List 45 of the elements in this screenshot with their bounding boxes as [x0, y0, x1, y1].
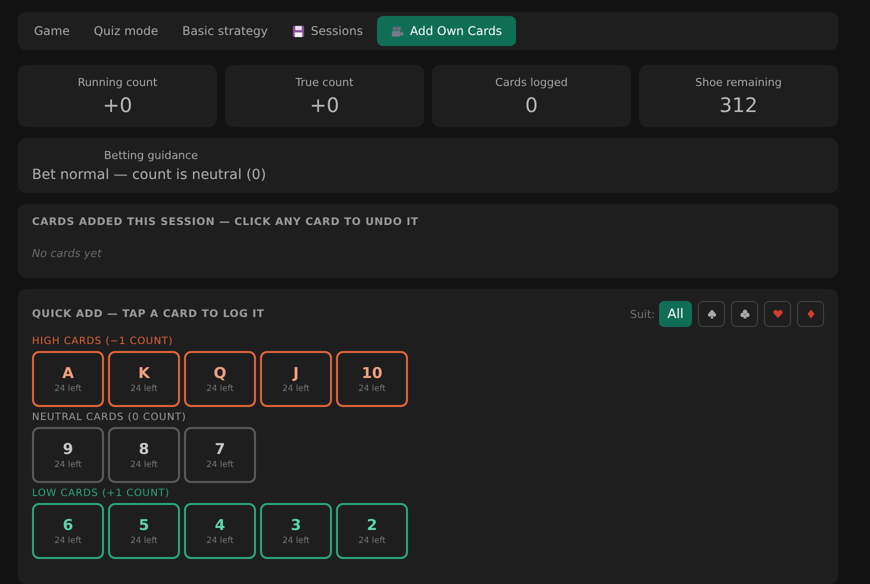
stat-value: 312 — [719, 93, 758, 117]
stat-label: True count — [296, 76, 354, 89]
guidance-label: Betting guidance — [104, 149, 199, 162]
tab[interactable]: Quiz mode — [84, 16, 168, 46]
card-button[interactable]: 10 24 left — [336, 351, 408, 407]
group-title: LOW CARDS (+1 COUNT) — [32, 488, 171, 499]
stat-value: 0 — [525, 93, 538, 117]
stat-label: Shoe remaining — [695, 76, 782, 89]
card-button[interactable]: A 24 left — [32, 351, 104, 407]
suit-label: Suit: — [630, 308, 655, 320]
tab[interactable]: Game — [24, 16, 80, 46]
card-button[interactable]: 2 24 left — [336, 503, 408, 559]
card-button[interactable]: 3 24 left — [260, 503, 332, 559]
card-button[interactable]: 5 24 left — [108, 503, 180, 559]
stat-value: +0 — [102, 93, 132, 117]
suit-filter-button[interactable]: All — [659, 301, 692, 327]
tab[interactable]: Add Own Cards — [376, 16, 516, 46]
card-button[interactable]: 9 24 left — [32, 427, 104, 483]
section-title: QUICK ADD — TAP A CARD TO LOG IT — [32, 308, 264, 320]
section-title: CARDS ADDED THIS SESSION — CLICK ANY CARD TO UNDO IT — [32, 216, 420, 228]
stat-label: Running count — [78, 76, 158, 89]
heart-icon — [772, 309, 782, 319]
card-button[interactable]: 7 24 left — [184, 427, 256, 483]
suit-filter-button[interactable] — [731, 301, 758, 327]
suit-filter-button[interactable] — [698, 301, 725, 327]
tab[interactable]: Basic strategy — [172, 16, 278, 46]
guidance-text: Bet normal — count is neutral (0) — [32, 167, 268, 183]
stat-value: +0 — [310, 93, 340, 117]
card-button[interactable]: 8 24 left — [108, 427, 180, 483]
card-button[interactable]: J 24 left — [260, 351, 332, 407]
diamond-icon — [806, 309, 816, 319]
camera-icon — [390, 24, 404, 38]
card-button[interactable]: Q 24 left — [184, 351, 256, 407]
suit-filter-button[interactable] — [764, 301, 791, 327]
empty-message: No cards yet — [32, 247, 103, 260]
spade-icon — [706, 309, 716, 319]
group-title: NEUTRAL CARDS (0 COUNT) — [32, 412, 188, 423]
suit-filter-button[interactable] — [797, 301, 824, 327]
card-button[interactable]: 6 24 left — [32, 503, 104, 559]
group-title: HIGH CARDS (−1 COUNT) — [32, 336, 174, 347]
tab[interactable]: Sessions — [282, 16, 373, 46]
card-button[interactable]: 4 24 left — [184, 503, 256, 559]
stat-label: Cards logged — [495, 76, 568, 89]
club-icon — [740, 309, 750, 319]
card-button[interactable]: K 24 left — [108, 351, 180, 407]
